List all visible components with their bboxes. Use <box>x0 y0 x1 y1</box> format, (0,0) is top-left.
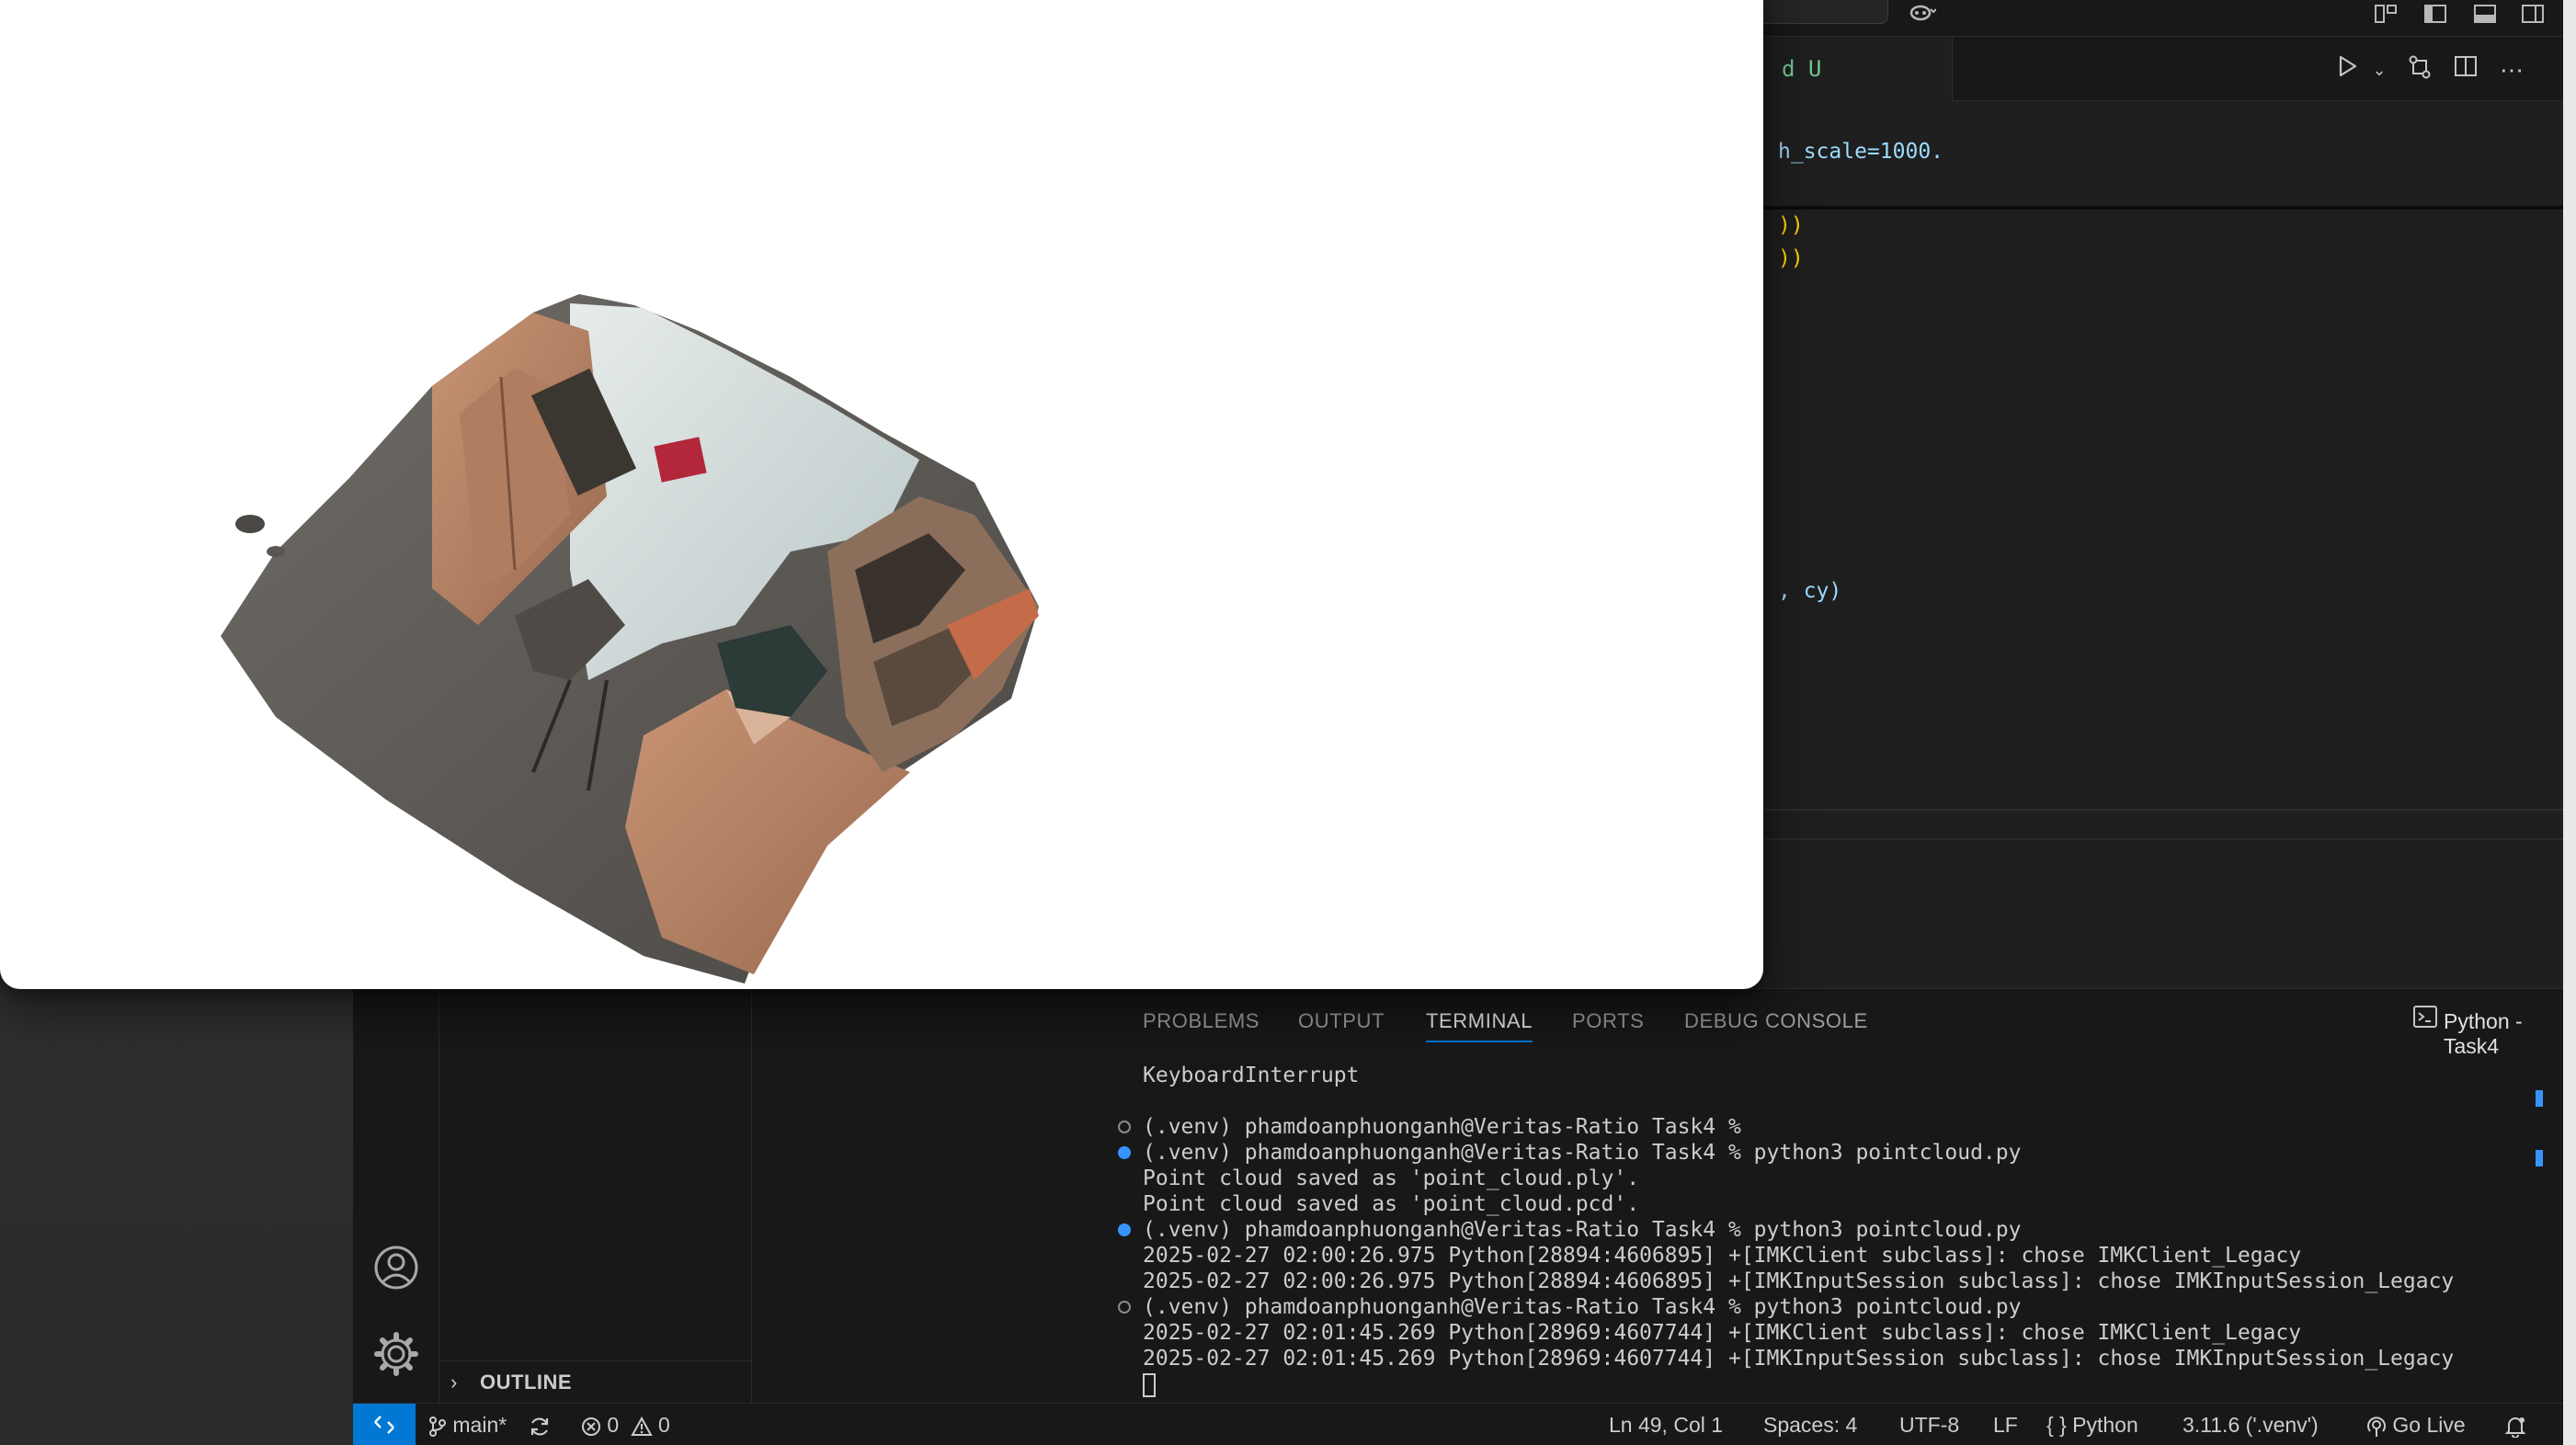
copilot-icon[interactable] <box>1909 4 1937 29</box>
code-line: )) <box>1778 246 1804 270</box>
tab-output[interactable]: OUTPUT <box>1298 1009 1385 1033</box>
terminal-output[interactable]: KeyboardInterrupt (.venv) phamdoanphuong… <box>752 1063 2545 1403</box>
manage-gear-icon[interactable] <box>371 1329 421 1379</box>
command-decoration-success[interactable] <box>1118 1146 1131 1159</box>
open-changes-icon[interactable] <box>2403 53 2436 86</box>
terminal-line: (.venv) phamdoanphuonganh@Veritas-Ratio … <box>1143 1295 2022 1319</box>
code-line-text: )) <box>1778 213 1804 237</box>
point-cloud-render[interactable] <box>0 0 1763 989</box>
git-branch-item[interactable]: main* <box>428 1404 507 1445</box>
editor-tab[interactable]: d U <box>1760 37 1953 101</box>
run-python-file-icon[interactable] <box>2331 53 2365 86</box>
language-mode[interactable]: { } Python <box>2046 1404 2138 1445</box>
remote-indicator-icon[interactable] <box>353 1404 416 1445</box>
command-decoration-success[interactable] <box>1118 1223 1131 1236</box>
chevron-right-icon: › <box>450 1371 458 1394</box>
command-decoration-hollow[interactable] <box>1118 1301 1131 1314</box>
toggle-panel-icon[interactable] <box>2471 4 2499 29</box>
terminal-line: 2025-02-27 02:01:45.269 Python[28969:460… <box>1143 1321 2302 1345</box>
terminal-scrollbar[interactable] <box>2536 1063 2548 1338</box>
terminal-line: (.venv) phamdoanphuonganh@Veritas-Ratio … <box>1143 1115 1741 1139</box>
end-of-line[interactable]: LF <box>1993 1404 2018 1445</box>
current-line-highlight <box>1760 171 2576 210</box>
code-line-text: h_scale=1000. <box>1778 140 1944 164</box>
encoding[interactable]: UTF-8 <box>1899 1404 1959 1445</box>
braces-icon: { } <box>2046 1413 2067 1437</box>
split-editor-icon[interactable] <box>2449 53 2482 86</box>
desktop: d U ⌄ ⋯ h_scale=1000. )) )) , cy) › OUTL… <box>0 0 2576 1445</box>
terminal-line: Point cloud saved as 'point_cloud.ply'. <box>1143 1166 1640 1190</box>
tab-problems[interactable]: PROBLEMS <box>1143 1009 1260 1033</box>
code-editor[interactable]: h_scale=1000. )) )) , cy) <box>1760 101 2576 984</box>
more-actions-icon[interactable]: ⋯ <box>2495 53 2528 86</box>
accounts-icon[interactable] <box>371 1243 421 1292</box>
point-cloud-viewer-window[interactable] <box>0 0 1763 989</box>
terminal-line: 2025-02-27 02:00:26.975 Python[28894:460… <box>1143 1244 2302 1268</box>
toggle-primary-sidebar-icon[interactable] <box>2422 4 2449 29</box>
editor-divider <box>1760 838 2576 840</box>
terminal-line: Point cloud saved as 'point_cloud.pcd'. <box>1143 1192 1640 1216</box>
code-line: h_scale=1000. <box>1778 140 1943 164</box>
terminal-line: KeyboardInterrupt <box>1143 1064 1360 1087</box>
bottom-panel: PROBLEMS OUTPUT TERMINAL PORTS DEBUG CON… <box>752 988 2576 1403</box>
branch-name: main* <box>452 1413 507 1437</box>
sync-icon[interactable] <box>528 1404 552 1445</box>
language-label: Python <box>2072 1413 2138 1437</box>
status-bar: main* 0 0 Ln 49, Col 1 Spaces: 4 UTF-8 L… <box>353 1403 2576 1445</box>
python-interpreter[interactable]: 3.11.6 ('.venv') <box>2183 1404 2319 1445</box>
background-window-edge <box>2563 0 2576 1445</box>
terminal-line: (.venv) phamdoanphuonganh@Veritas-Ratio … <box>1143 1218 2022 1242</box>
terminal-icon <box>2407 1004 2444 1041</box>
command-decoration-hollow[interactable] <box>1118 1121 1131 1133</box>
editor-divider <box>1760 809 2576 811</box>
go-live-label: Go Live <box>2392 1413 2466 1437</box>
tab-ports[interactable]: PORTS <box>1572 1009 1644 1033</box>
terminal-line: 2025-02-27 02:00:26.975 Python[28894:460… <box>1143 1269 2455 1293</box>
toggle-secondary-sidebar-icon[interactable] <box>2519 4 2547 29</box>
go-live-item[interactable]: Go Live <box>2366 1404 2466 1445</box>
panel-tabs: PROBLEMS OUTPUT TERMINAL PORTS DEBUG CON… <box>752 989 2576 1058</box>
outline-label: OUTLINE <box>480 1371 573 1394</box>
notifications-bell-icon[interactable] <box>2504 1404 2526 1445</box>
scrollbar-marker <box>2536 1090 2543 1107</box>
code-line-text: )) <box>1778 246 1804 270</box>
warning-count: 0 <box>657 1413 670 1437</box>
terminal-line: 2025-02-27 02:01:45.269 Python[28969:460… <box>1143 1347 2455 1371</box>
cursor-position[interactable]: Ln 49, Col 1 <box>1609 1404 1723 1445</box>
run-dropdown-chevron-icon[interactable]: ⌄ <box>2363 53 2396 86</box>
scrollbar-marker <box>2536 1150 2543 1166</box>
code-line-text: , cy) <box>1778 579 1842 603</box>
tab-terminal[interactable]: TERMINAL <box>1426 1009 1533 1042</box>
terminal-cursor <box>1143 1373 1156 1397</box>
tab-debug-console[interactable]: DEBUG CONSOLE <box>1684 1009 1868 1033</box>
indentation[interactable]: Spaces: 4 <box>1763 1404 1857 1445</box>
error-count: 0 <box>607 1413 620 1437</box>
terminal-name[interactable]: Python - Task4 <box>2444 1009 2576 1059</box>
code-line: , cy) <box>1778 579 1841 603</box>
outline-section-header[interactable]: › OUTLINE <box>439 1360 752 1403</box>
problems-item[interactable]: 0 0 <box>581 1404 670 1445</box>
terminal-line: (.venv) phamdoanphuonganh@Veritas-Ratio … <box>1143 1141 2022 1165</box>
customize-layout-icon[interactable] <box>2372 4 2399 29</box>
code-line: )) <box>1778 213 1804 237</box>
